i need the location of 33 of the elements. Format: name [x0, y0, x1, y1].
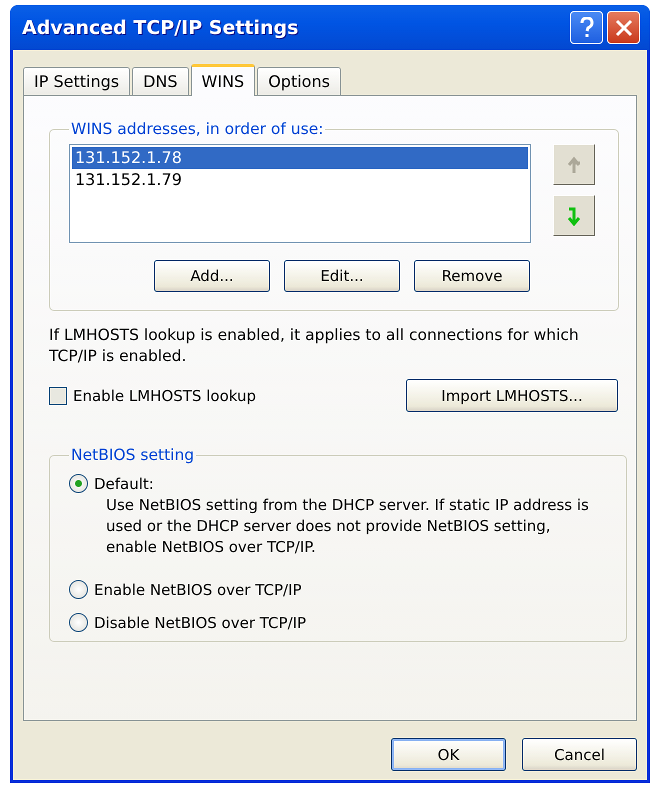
radio-label: Disable NetBIOS over TCP/IP — [94, 614, 306, 632]
radio-label: Default: — [94, 474, 154, 492]
close-button[interactable] — [607, 11, 640, 44]
radio-button[interactable] — [69, 613, 88, 632]
tab[interactable]: Options — [257, 67, 341, 95]
lmhosts-note: If LMHOSTS lookup is enabled, it applies to all connections for which TCP/IP is enabled. — [49, 325, 580, 367]
close-icon — [614, 18, 632, 36]
option-description: Use NetBIOS setting from the DHCP server. If static IP address is used or the DHCP server does not provide NetBIOS setting, enable NetBIOS over TCP/IP. — [106, 495, 590, 558]
checkbox-label: Enable LMHOSTS lookup — [73, 386, 256, 404]
address-list[interactable]: 131.152.1.78 131.152.1.79 — [69, 144, 531, 243]
import-button[interactable]: Import LMHOSTS... — [406, 379, 618, 412]
help-button[interactable] — [570, 11, 603, 44]
tab[interactable]: DNS — [132, 67, 189, 95]
dialog-button[interactable]: Cancel — [522, 738, 637, 771]
window-title: Advanced TCP/IP Settings — [22, 16, 300, 38]
tab[interactable]: WINS — [190, 64, 256, 96]
radio-button[interactable] — [69, 580, 88, 599]
group-legend: WINS addresses, in order of use: — [69, 120, 326, 138]
radio-button[interactable] — [69, 474, 88, 493]
list-action-button[interactable]: Edit... — [284, 260, 400, 292]
dialog-button[interactable]: OK — [391, 738, 506, 771]
help-icon — [580, 16, 594, 38]
down-arrow-icon — [565, 206, 583, 226]
tab[interactable]: IP Settings — [23, 67, 130, 95]
lmhosts-checkbox[interactable] — [49, 386, 67, 404]
radio-label: Enable NetBIOS over TCP/IP — [94, 580, 302, 598]
address-item[interactable]: 131.152.1.79 — [72, 169, 528, 191]
list-action-button[interactable]: Remove — [414, 260, 530, 292]
list-action-button[interactable]: Add... — [154, 260, 270, 292]
up-arrow-icon — [565, 154, 583, 174]
move-down-button[interactable] — [553, 195, 595, 236]
address-item[interactable]: 131.152.1.78 — [72, 147, 528, 169]
group-legend: NetBIOS setting — [69, 446, 196, 464]
